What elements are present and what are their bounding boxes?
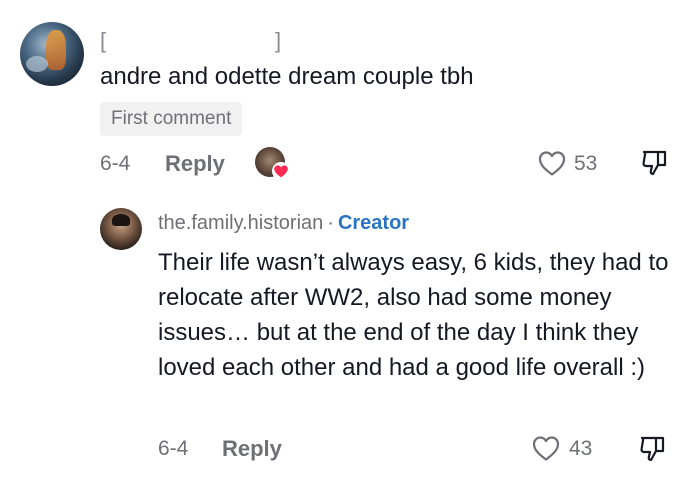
reply-username[interactable]: the.family.historian [158,212,323,234]
creator-label: Creator [337,212,410,234]
thumbs-down-icon[interactable] [640,148,670,178]
comment-text: andre and odette dream couple tbh [100,63,474,90]
reply-like-count: 43 [569,437,593,460]
reply-reply-button[interactable]: Reply [222,436,282,462]
heart-filled-icon [272,162,290,180]
username-close-bracket: ] [275,28,282,53]
comment-like-count: 53 [574,152,598,175]
thumbs-down-icon[interactable] [638,434,668,464]
like-heart-icon[interactable] [531,434,561,462]
username-open-bracket: [ [100,28,107,53]
reply-date: 6-4 [158,437,189,460]
first-comment-badge: First comment [100,102,243,136]
comment-reply-button[interactable]: Reply [165,151,225,177]
commenter-username[interactable]: [ ] [100,28,281,54]
reply-text: Their life wasn’t always easy, 6 kids, t… [158,249,669,381]
commenter-avatar[interactable] [20,22,84,86]
creator-avatar[interactable] [100,208,142,250]
like-heart-icon[interactable] [537,149,567,177]
comment-date: 6-4 [100,152,131,175]
reply-separator: · [327,212,334,234]
reply-header: the.family.historian · Creator [158,212,409,235]
